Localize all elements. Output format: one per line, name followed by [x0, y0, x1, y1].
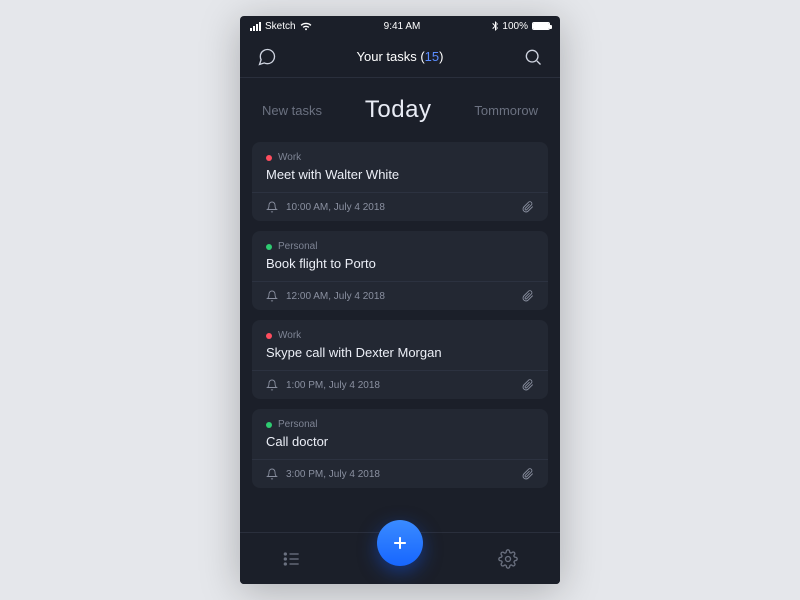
add-task-button[interactable] — [377, 520, 423, 566]
bluetooth-icon — [492, 21, 498, 31]
task-time-group: 1:00 PM, July 4 2018 — [266, 379, 380, 391]
status-bar: Sketch 9:41 AM 100% — [240, 16, 560, 36]
task-time: 12:00 AM, July 4 2018 — [286, 291, 385, 302]
task-card-footer: 10:00 AM, July 4 2018 — [252, 192, 548, 221]
page-title: Your tasks (15) — [357, 49, 444, 64]
phone-frame: Sketch 9:41 AM 100% Your tasks (15) New … — [240, 16, 560, 584]
task-card-footer: 1:00 PM, July 4 2018 — [252, 370, 548, 399]
messages-button[interactable] — [254, 44, 280, 70]
bell-icon — [266, 290, 278, 302]
app-header: Your tasks (15) — [240, 36, 560, 78]
tab-tomorrow[interactable]: Tommorow — [474, 103, 538, 118]
task-time-group: 3:00 PM, July 4 2018 — [266, 468, 380, 480]
task-title: Meet with Walter White — [266, 167, 534, 182]
task-category: Work — [266, 152, 534, 163]
attachment-icon[interactable] — [522, 201, 534, 213]
task-title: Call doctor — [266, 434, 534, 449]
category-dot — [266, 422, 272, 428]
list-button[interactable] — [274, 541, 310, 577]
task-title: Skype call with Dexter Morgan — [266, 345, 534, 360]
date-tabs: New tasks Today Tommorow — [240, 78, 560, 136]
task-title: Book flight to Porto — [266, 256, 534, 271]
task-category: Personal — [266, 419, 534, 430]
category-dot — [266, 244, 272, 250]
task-time-group: 10:00 AM, July 4 2018 — [266, 201, 385, 213]
task-time-group: 12:00 AM, July 4 2018 — [266, 290, 385, 302]
tab-today[interactable]: Today — [365, 96, 432, 124]
status-left: Sketch — [250, 21, 312, 32]
category-label: Personal — [278, 419, 317, 430]
task-list: Work Meet with Walter White 10:00 AM, July… — [240, 136, 560, 532]
task-card-body: Work Meet with Walter White — [252, 142, 548, 192]
attachment-icon[interactable] — [522, 379, 534, 391]
tab-new-tasks[interactable]: New tasks — [262, 103, 322, 118]
task-card-footer: 12:00 AM, July 4 2018 — [252, 281, 548, 310]
battery-label: 100% — [502, 21, 528, 32]
category-label: Personal — [278, 241, 317, 252]
task-category: Personal — [266, 241, 534, 252]
category-label: Work — [278, 330, 301, 341]
task-time: 1:00 PM, July 4 2018 — [286, 380, 380, 391]
bell-icon — [266, 379, 278, 391]
category-dot — [266, 333, 272, 339]
status-right: 100% — [492, 21, 550, 32]
bottom-nav — [240, 532, 560, 584]
task-time: 10:00 AM, July 4 2018 — [286, 202, 385, 213]
category-label: Work — [278, 152, 301, 163]
task-card[interactable]: Personal Call doctor 3:00 PM, July 4 2018 — [252, 409, 548, 488]
bell-icon — [266, 468, 278, 480]
status-time: 9:41 AM — [384, 21, 421, 32]
wifi-icon — [300, 22, 312, 31]
search-button[interactable] — [520, 44, 546, 70]
title-suffix: ) — [439, 49, 443, 64]
task-card-body: Work Skype call with Dexter Morgan — [252, 320, 548, 370]
task-category: Work — [266, 330, 534, 341]
attachment-icon[interactable] — [522, 468, 534, 480]
task-count: 15 — [425, 49, 439, 64]
category-dot — [266, 155, 272, 161]
task-card[interactable]: Personal Book flight to Porto 12:00 AM, Ju… — [252, 231, 548, 310]
settings-button[interactable] — [490, 541, 526, 577]
title-prefix: Your tasks ( — [357, 49, 425, 64]
task-time: 3:00 PM, July 4 2018 — [286, 469, 380, 480]
bell-icon — [266, 201, 278, 213]
task-card[interactable]: Work Meet with Walter White 10:00 AM, July… — [252, 142, 548, 221]
task-card-footer: 3:00 PM, July 4 2018 — [252, 459, 548, 488]
task-card-body: Personal Book flight to Porto — [252, 231, 548, 281]
task-card[interactable]: Work Skype call with Dexter Morgan 1:00 PM… — [252, 320, 548, 399]
signal-icon — [250, 22, 261, 31]
task-card-body: Personal Call doctor — [252, 409, 548, 459]
attachment-icon[interactable] — [522, 290, 534, 302]
battery-icon — [532, 22, 550, 30]
carrier-label: Sketch — [265, 21, 296, 32]
